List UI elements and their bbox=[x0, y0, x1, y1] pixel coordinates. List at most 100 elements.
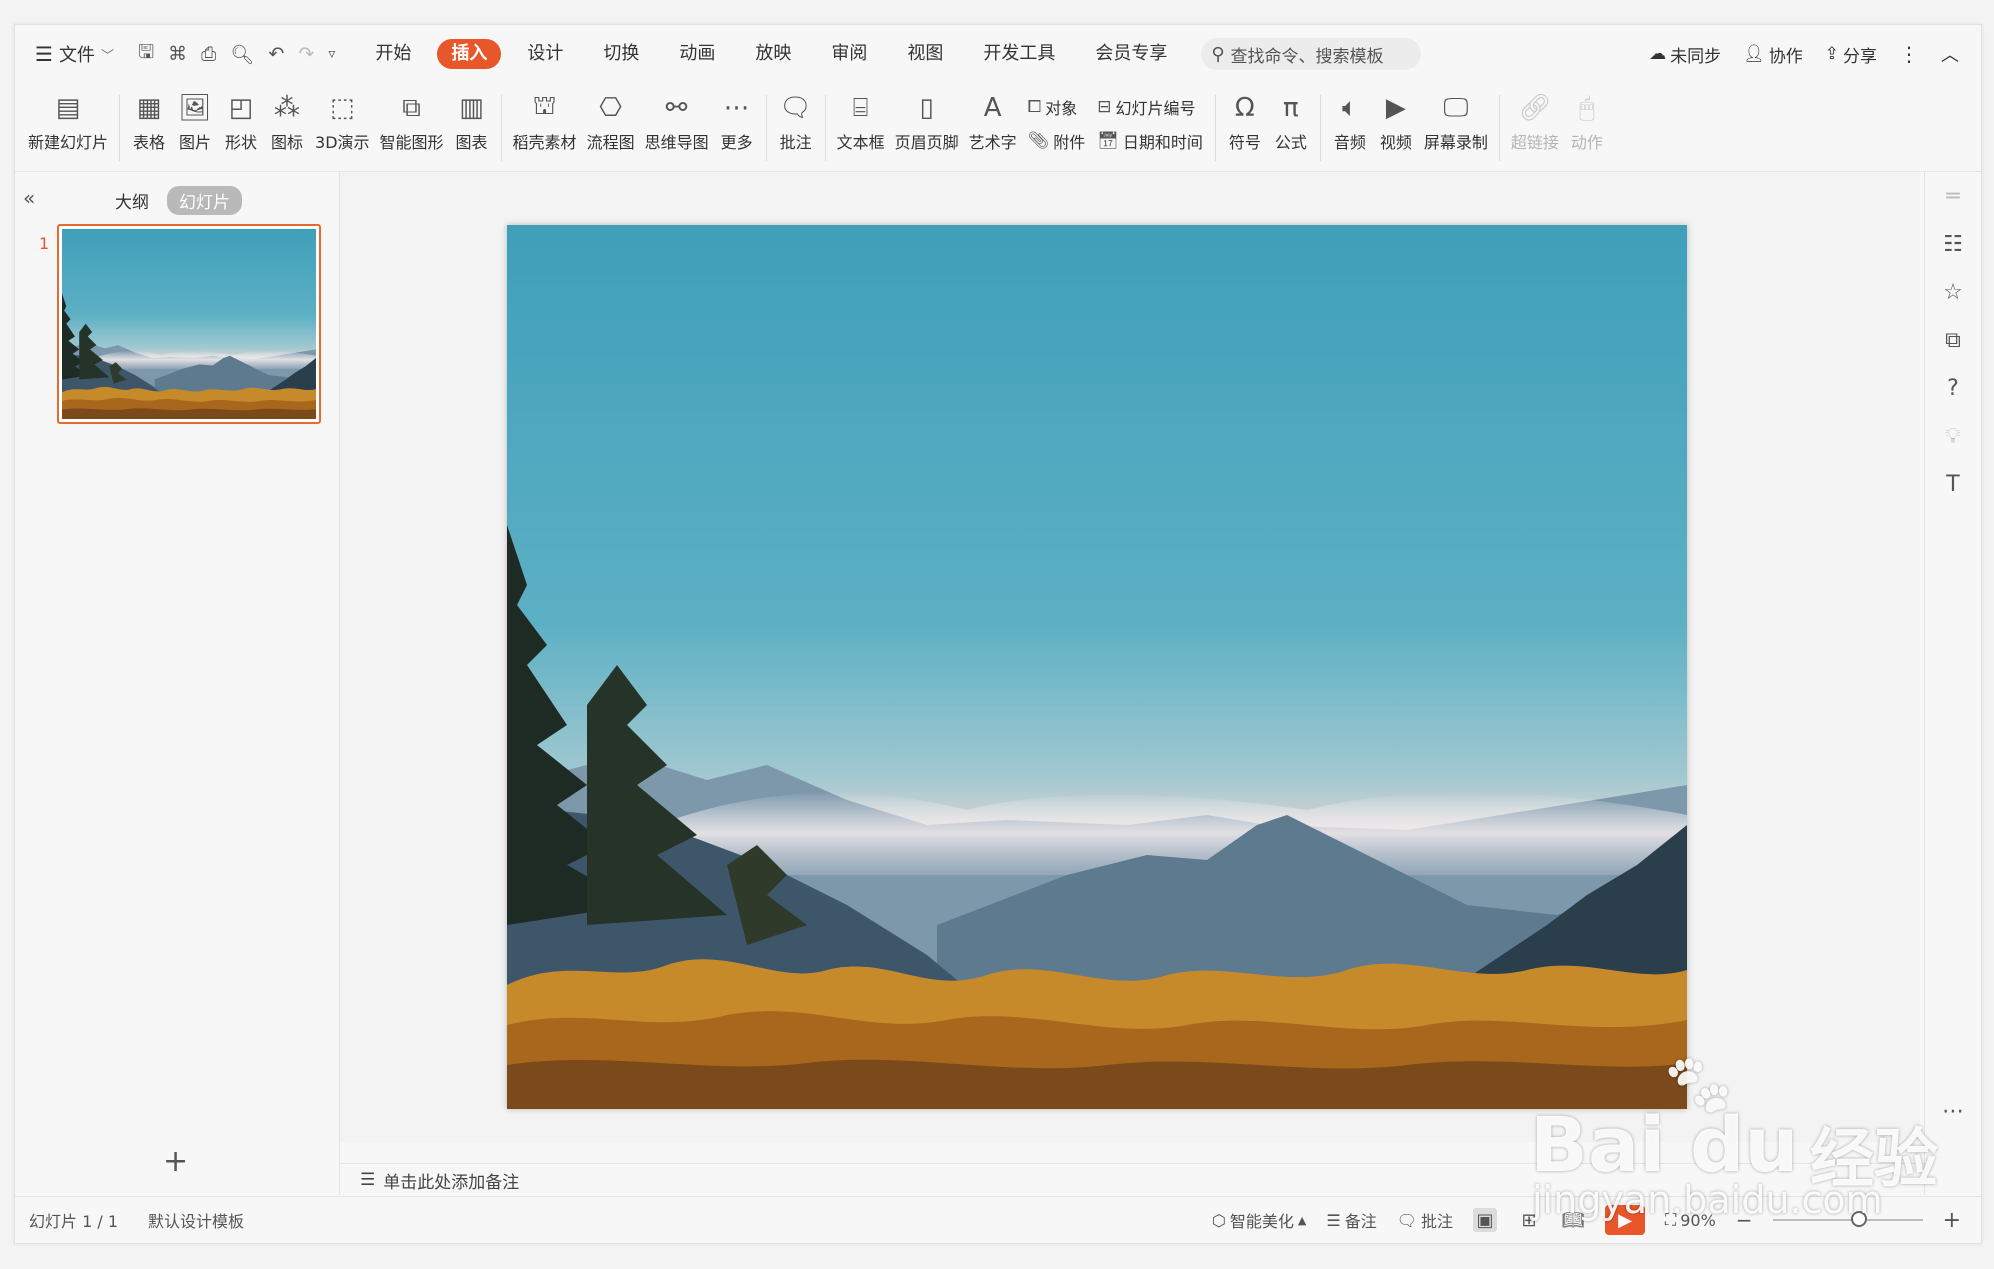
tab-outline[interactable]: 大纲 bbox=[115, 188, 149, 213]
lightbulb-icon[interactable]: 💡︎ bbox=[1925, 412, 1981, 460]
picture-label: 图片 bbox=[179, 133, 212, 152]
table-button[interactable]: ▦ 表格 bbox=[131, 83, 167, 153]
new-slide-label: 新建幻灯片 bbox=[28, 133, 109, 152]
star-icon[interactable]: ☆ bbox=[1925, 268, 1981, 316]
shape-button[interactable]: ◰ 形状 bbox=[223, 83, 259, 153]
redo-icon[interactable]: ↷ bbox=[298, 43, 314, 65]
notes-pane[interactable]: ☰ 单击此处添加备注 bbox=[340, 1163, 1940, 1196]
attachment-label: 附件 bbox=[1053, 133, 1086, 152]
tab-animation[interactable]: 动画 bbox=[659, 39, 735, 69]
equation-button[interactable]: π 公式 bbox=[1273, 83, 1309, 153]
smartart-button[interactable]: ⧉ 智能图形 bbox=[380, 83, 444, 153]
slide-thumbnail[interactable] bbox=[57, 224, 321, 424]
notes-toggle-button[interactable]: ☰ 备注 bbox=[1326, 1208, 1376, 1232]
video-label: 视频 bbox=[1379, 133, 1412, 152]
tab-insert[interactable]: 插入 bbox=[437, 39, 502, 69]
current-slide[interactable] bbox=[507, 225, 1687, 1109]
chart-button[interactable]: ▥ 图表 bbox=[454, 83, 490, 153]
beautify-button[interactable]: ⬡ 智能美化 ▲ bbox=[1212, 1208, 1306, 1232]
customize-icon[interactable]: ▿ bbox=[328, 46, 335, 62]
format-painter-icon[interactable]: ⌘ bbox=[168, 43, 187, 65]
demo3d-button[interactable]: ⬚ 3D演示 bbox=[315, 83, 370, 153]
collab-button[interactable]: 👤︎ 协作 bbox=[1743, 42, 1803, 67]
chevron-down-icon: ﹀ bbox=[100, 48, 114, 64]
more-horizontal-icon[interactable]: ⋯ bbox=[1925, 1087, 1981, 1135]
menu-bar: ☰ 文件 ﹀ 🖫 ⌘ ⎙ 🔍︎ ↶ ↷ ▿ 开始 插入 设计 切换 动画 放映 … bbox=[15, 25, 1981, 83]
reading-view-icon[interactable]: 📖︎ bbox=[1561, 1208, 1585, 1232]
tab-member[interactable]: 会员专享 bbox=[1075, 39, 1187, 69]
tab-developer[interactable]: 开发工具 bbox=[963, 39, 1075, 69]
add-slide-icon[interactable]: + bbox=[163, 1144, 188, 1179]
audio-button[interactable]: 🔈︎ 音频 bbox=[1332, 83, 1368, 153]
material-button[interactable]: ⛫ 稻壳素材 bbox=[513, 83, 577, 153]
object-button[interactable]: ⧠ 对象 bbox=[1028, 95, 1086, 119]
slide-number-button[interactable]: ⊟ 幻灯片编号 bbox=[1097, 95, 1203, 119]
icon-button[interactable]: ⁂ 图标 bbox=[269, 83, 305, 153]
more-button[interactable]: ⋯ 更多 bbox=[719, 83, 755, 153]
wordart-button[interactable]: A 艺术字 bbox=[969, 83, 1017, 153]
flowchart-button[interactable]: ⎔ 流程图 bbox=[587, 83, 635, 153]
print-preview-icon[interactable]: 🔍︎ bbox=[230, 43, 254, 66]
print-icon[interactable]: ⎙ bbox=[201, 43, 216, 65]
tab-slides[interactable]: 幻灯片 bbox=[167, 186, 242, 215]
fit-window-icon[interactable]: ⛶ bbox=[1665, 1210, 1676, 1230]
audio-label: 音频 bbox=[1333, 133, 1366, 152]
hyperlink-button[interactable]: 🔗︎ 超链接 bbox=[1511, 83, 1559, 153]
comment-button[interactable]: 🗨︎ 批注 bbox=[778, 83, 814, 153]
ribbon-divider bbox=[765, 95, 767, 161]
share-icon: ⇪ bbox=[1824, 44, 1839, 64]
slide-number-icon: ⊟ bbox=[1097, 97, 1112, 117]
zoom-slider[interactable] bbox=[1772, 1211, 1923, 1227]
zoom-control[interactable]: ⛶ 90% bbox=[1665, 1210, 1716, 1230]
hyperlink-label: 超链接 bbox=[1510, 133, 1559, 152]
datetime-button[interactable]: 📅︎ 日期和时间 bbox=[1097, 129, 1203, 153]
zoom-slider-knob[interactable] bbox=[1850, 1211, 1867, 1227]
tab-view[interactable]: 视图 bbox=[887, 39, 963, 69]
attachment-button[interactable]: 📎︎ 附件 bbox=[1028, 129, 1086, 153]
tab-design[interactable]: 设计 bbox=[507, 39, 583, 69]
sidebar-toggle-icon[interactable]: ═ bbox=[1925, 172, 1981, 220]
paperclip-icon: 📎︎ bbox=[1027, 131, 1050, 151]
flowchart-label: 流程图 bbox=[586, 133, 635, 152]
more-vertical-icon[interactable]: ⋮ bbox=[1899, 42, 1919, 66]
new-slide-button[interactable]: ▤ 新建幻灯片 bbox=[28, 83, 108, 153]
comment-icon: 🗨︎ bbox=[779, 93, 813, 123]
properties-icon[interactable]: ☷ bbox=[1925, 220, 1981, 268]
collapse-ribbon-icon[interactable]: ︿ bbox=[1941, 41, 1959, 67]
screen-record-button[interactable]: 🖵︎ 屏幕录制 bbox=[1424, 83, 1488, 153]
ribbon-divider bbox=[119, 95, 121, 161]
tab-review[interactable]: 审阅 bbox=[811, 39, 887, 69]
textbox-icon: ⌸ bbox=[852, 92, 869, 123]
normal-view-icon[interactable]: ▣ bbox=[1473, 1208, 1498, 1232]
collapse-panel-icon[interactable]: « bbox=[23, 186, 35, 210]
comment-toggle-button[interactable]: 🗨︎ 批注 bbox=[1397, 1208, 1453, 1232]
play-slideshow-button[interactable]: ▶ bbox=[1605, 1205, 1646, 1235]
share-button[interactable]: ⇪ 分享 bbox=[1825, 42, 1877, 67]
file-menu[interactable]: ☰ 文件 ﹀ bbox=[35, 41, 114, 67]
header-footer-button[interactable]: ▯ 页眉页脚 bbox=[895, 83, 959, 153]
tab-transition[interactable]: 切换 bbox=[583, 39, 659, 69]
slide-landscape-image[interactable] bbox=[507, 225, 1687, 1109]
textbox-button[interactable]: ⌸ 文本框 bbox=[837, 83, 885, 153]
tab-slideshow[interactable]: 放映 bbox=[735, 39, 811, 69]
header-footer-label: 页眉页脚 bbox=[894, 133, 959, 152]
video-button[interactable]: ▶ 视频 bbox=[1378, 83, 1414, 153]
sync-button[interactable]: ☁ 未同步 bbox=[1649, 42, 1721, 67]
picture-button[interactable]: 🖼︎ 图片 bbox=[177, 83, 213, 153]
symbol-button[interactable]: Ω 符号 bbox=[1227, 83, 1263, 153]
copy-layers-icon[interactable]: ⧉ bbox=[1925, 316, 1981, 364]
action-button[interactable]: 🖱︎ 动作 bbox=[1569, 83, 1605, 153]
zoom-out-icon[interactable]: − bbox=[1736, 1208, 1753, 1232]
save-icon[interactable]: 🖫 bbox=[138, 38, 154, 70]
sorter-view-icon[interactable]: ⊞ bbox=[1517, 1208, 1541, 1232]
mindmap-button[interactable]: ⚯ 思维导图 bbox=[645, 83, 709, 153]
help-icon[interactable]: ? bbox=[1925, 364, 1981, 412]
slide-number-label: 幻灯片编号 bbox=[1115, 99, 1196, 118]
text-format-icon[interactable]: T bbox=[1925, 460, 1981, 508]
zoom-in-icon[interactable]: + bbox=[1943, 1208, 1961, 1233]
template-name[interactable]: 默认设计模板 bbox=[148, 1208, 244, 1232]
undo-icon[interactable]: ↶ bbox=[268, 43, 284, 65]
tab-home[interactable]: 开始 bbox=[355, 39, 431, 69]
right-sidebar: ═ ☷ ☆ ⧉ ? 💡︎ T ⋯ bbox=[1924, 172, 1981, 1195]
command-search[interactable]: ⚲ 查找命令、搜索模板 bbox=[1201, 38, 1422, 70]
